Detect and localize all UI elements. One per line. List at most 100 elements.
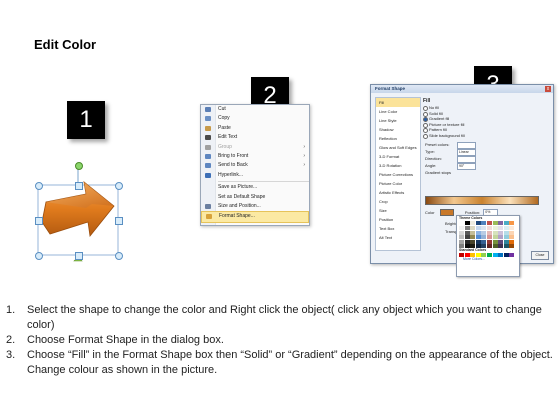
shade-color-swatch[interactable] — [492, 244, 498, 249]
dialog-nav-item[interactable]: Size — [376, 206, 420, 215]
resize-handle-l[interactable] — [35, 217, 43, 225]
dialog-nav-item[interactable]: Alt Text — [376, 233, 420, 242]
standard-color-swatch[interactable] — [498, 253, 504, 258]
shade-color-swatch[interactable] — [503, 235, 509, 240]
resize-handle-bl[interactable] — [35, 252, 43, 260]
shade-color-swatch[interactable] — [475, 235, 481, 240]
shade-color-swatch[interactable] — [486, 235, 492, 240]
shade-color-swatch[interactable] — [459, 230, 464, 235]
shade-color-swatch[interactable] — [509, 230, 515, 235]
shade-color-swatch[interactable] — [503, 244, 509, 249]
shade-color-swatch[interactable] — [464, 239, 470, 244]
resize-handle-br[interactable] — [115, 252, 123, 260]
shade-color-swatch[interactable] — [509, 235, 515, 240]
dialog-nav-item[interactable]: Fill — [376, 98, 420, 107]
standard-color-swatch[interactable] — [503, 253, 509, 258]
gradient-stops-bar[interactable] — [425, 196, 539, 205]
resize-handle-b[interactable] — [75, 252, 83, 260]
menu-item-size-and-position[interactable]: Size and Position... — [201, 202, 309, 211]
shade-color-swatch[interactable] — [486, 230, 492, 235]
dialog-nav-item[interactable]: Line Style — [376, 116, 420, 125]
shade-color-swatch[interactable] — [486, 226, 492, 230]
theme-color-swatch[interactable] — [464, 221, 470, 225]
menu-item-copy[interactable]: Copy — [201, 114, 309, 123]
theme-color-swatch[interactable] — [470, 221, 476, 225]
resize-handle-r[interactable] — [115, 217, 123, 225]
menu-item-set-as-default-shape[interactable]: Set as Default Shape — [201, 193, 309, 202]
shade-color-swatch[interactable] — [498, 239, 504, 244]
dialog-nav-item[interactable]: Shadow — [376, 125, 420, 134]
shade-color-swatch[interactable] — [492, 226, 498, 230]
theme-color-swatch[interactable] — [498, 221, 504, 225]
dialog-nav-item[interactable]: Glow and Soft Edges — [376, 143, 420, 152]
shade-color-swatch[interactable] — [498, 235, 504, 240]
dialog-nav-item[interactable]: 3-D Rotation — [376, 161, 420, 170]
shade-color-swatch[interactable] — [470, 230, 476, 235]
shade-color-swatch[interactable] — [498, 244, 504, 249]
shade-color-swatch[interactable] — [492, 235, 498, 240]
standard-color-swatch[interactable] — [492, 253, 498, 258]
close-icon[interactable]: x — [545, 86, 551, 92]
shade-color-swatch[interactable] — [509, 244, 515, 249]
resize-handle-tl[interactable] — [35, 182, 43, 190]
shade-color-swatch[interactable] — [470, 235, 476, 240]
shade-color-swatch[interactable] — [481, 226, 487, 230]
shade-color-swatch[interactable] — [503, 230, 509, 235]
shade-color-swatch[interactable] — [498, 226, 504, 230]
theme-color-swatch[interactable] — [481, 221, 487, 225]
dialog-nav-item[interactable]: Line Color — [376, 107, 420, 116]
menu-item-bring-to-front[interactable]: Bring to Front › — [201, 152, 309, 161]
shade-color-swatch[interactable] — [509, 239, 515, 244]
shade-color-swatch[interactable] — [464, 235, 470, 240]
shade-color-swatch[interactable] — [486, 239, 492, 244]
dialog-nav-item[interactable]: Text Box — [376, 224, 420, 233]
shade-color-swatch[interactable] — [470, 226, 476, 230]
theme-color-swatch[interactable] — [475, 221, 481, 225]
shade-color-swatch[interactable] — [459, 235, 464, 240]
close-button[interactable]: Close — [531, 251, 549, 260]
dialog-nav-item[interactable]: Crop — [376, 197, 420, 206]
menu-item-save-as-picture[interactable]: Save as Picture... — [201, 183, 309, 192]
theme-color-swatch[interactable] — [492, 221, 498, 225]
menu-item-paste[interactable]: Paste — [201, 124, 309, 133]
shade-color-swatch[interactable] — [459, 239, 464, 244]
menu-item-group[interactable]: Group › — [201, 143, 309, 152]
shade-color-swatch[interactable] — [459, 226, 464, 230]
shade-color-swatch[interactable] — [464, 230, 470, 235]
shade-color-swatch[interactable] — [464, 226, 470, 230]
color-picker-button[interactable] — [439, 209, 454, 217]
shade-color-swatch[interactable] — [498, 230, 504, 235]
shade-color-swatch[interactable] — [503, 239, 509, 244]
dialog-nav-item[interactable]: 3-D Format — [376, 152, 420, 161]
shade-color-swatch[interactable] — [492, 230, 498, 235]
dialog-nav-item[interactable]: Picture Color — [376, 179, 420, 188]
shade-color-swatch[interactable] — [481, 230, 487, 235]
shade-color-swatch[interactable] — [509, 226, 515, 230]
menu-item-format-shape[interactable]: Format Shape... — [201, 211, 309, 223]
theme-color-swatch[interactable] — [486, 221, 492, 225]
dialog-nav-item[interactable]: Reflection — [376, 134, 420, 143]
shade-color-swatch[interactable] — [503, 226, 509, 230]
resize-handle-tr[interactable] — [115, 182, 123, 190]
shade-color-swatch[interactable] — [470, 239, 476, 244]
theme-color-swatch[interactable] — [509, 221, 515, 225]
dialog-nav-item[interactable]: Artistic Effects — [376, 188, 420, 197]
standard-color-swatch[interactable] — [509, 253, 515, 258]
resize-handle-t[interactable] — [75, 182, 83, 190]
menu-item-send-to-back[interactable]: Send to Back › — [201, 161, 309, 170]
more-colors-link[interactable]: More Colors... — [457, 257, 519, 262]
shade-color-swatch[interactable] — [475, 226, 481, 230]
shade-color-swatch[interactable] — [481, 239, 487, 244]
theme-color-swatch[interactable] — [459, 221, 464, 225]
menu-item-edit-text[interactable]: Edit Text — [201, 133, 309, 142]
dialog-nav-item[interactable]: Picture Corrections — [376, 170, 420, 179]
shade-color-swatch[interactable] — [475, 239, 481, 244]
menu-item-hyperlink[interactable]: Hyperlink... — [201, 171, 309, 180]
standard-color-swatch[interactable] — [486, 253, 492, 258]
theme-color-swatch[interactable] — [503, 221, 509, 225]
shade-color-swatch[interactable] — [481, 235, 487, 240]
shade-color-swatch[interactable] — [475, 230, 481, 235]
selected-shape[interactable] — [28, 160, 128, 270]
menu-item-cut[interactable]: Cut — [201, 105, 309, 114]
dialog-nav-item[interactable]: Position — [376, 215, 420, 224]
